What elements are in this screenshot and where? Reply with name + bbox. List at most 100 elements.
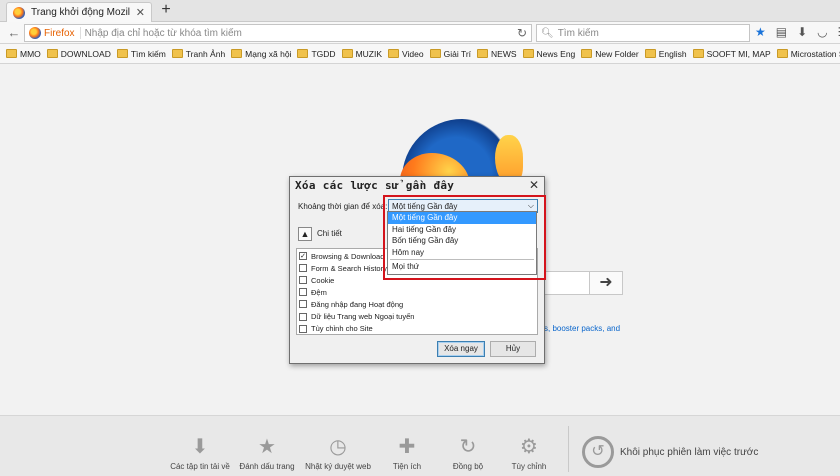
checkbox[interactable]: [299, 288, 307, 297]
folder-icon: [429, 49, 441, 58]
dropdown-separator: [390, 259, 534, 261]
history-item-row[interactable]: Cookie: [299, 274, 537, 286]
dropdown-option[interactable]: Mọi thứ: [388, 261, 536, 273]
bookmark-label: Mạng xã hội: [245, 48, 292, 59]
history-item-row[interactable]: Tùy chỉnh cho Site: [299, 323, 537, 334]
checkbox[interactable]: [299, 276, 307, 285]
bookmark-label: MMO: [20, 48, 41, 59]
tab-active[interactable]: Trang khởi động Mozilla Fire... ✕: [6, 2, 152, 22]
pocket-icon[interactable]: ◡: [817, 25, 827, 39]
launcher-label: Các tập tin tải về: [170, 462, 230, 471]
folder-icon: [644, 49, 656, 58]
search-icon: 🔍︎: [541, 27, 554, 39]
history-item-row[interactable]: Dữ liệu Trang web Ngoại tuyến: [299, 310, 537, 322]
launcher-label: Tùy chỉnh: [511, 462, 547, 471]
launcher-item[interactable]: ⚙ Tùy chỉnh: [494, 434, 564, 471]
launcher-bar: ↺ Khôi phục phiên làm việc trước ⬇ Các tậ…: [0, 415, 840, 476]
download-icon[interactable]: ⬇: [797, 25, 807, 39]
bookmark-folder[interactable]: Video: [385, 49, 427, 59]
addon-puzzle-icon: ✚: [398, 436, 416, 458]
close-icon[interactable]: ✕: [136, 6, 145, 19]
download-icon: ⬇: [191, 436, 209, 458]
bookmark-label: News Eng: [536, 48, 576, 59]
clear-now-button[interactable]: Xóa ngay: [437, 341, 485, 357]
bookmark-label: NEWS: [491, 48, 517, 59]
bookmark-folder[interactable]: TGDD: [294, 49, 338, 59]
bookmark-folder[interactable]: MMO: [3, 49, 44, 59]
dropdown-option[interactable]: Hai tiếng Gần đây: [388, 224, 536, 236]
restore-session-button[interactable]: ↺ Khôi phục phiên làm việc trước: [582, 436, 758, 468]
bookmark-folder[interactable]: Giải Trí: [427, 49, 474, 59]
history-item-label: Tùy chỉnh cho Site: [311, 324, 373, 334]
dropdown-option[interactable]: Một tiếng Gần đây: [388, 212, 536, 224]
dropdown-option[interactable]: Bốn tiếng Gần đây: [388, 235, 536, 247]
firefox-icon: [13, 6, 25, 19]
folder-icon: [46, 49, 58, 58]
launcher-label: Nhật ký duyệt web: [305, 462, 371, 471]
sync-icon: ↻: [459, 436, 477, 458]
bookmark-star-icon: ★: [258, 436, 276, 458]
page-search-input[interactable]: [544, 271, 590, 295]
search-go-button[interactable]: ➜: [589, 271, 623, 295]
bookmark-folder[interactable]: News Eng: [520, 49, 579, 59]
details-toggle-button[interactable]: ▲: [298, 227, 312, 241]
checkbox[interactable]: [299, 324, 307, 333]
launcher-item[interactable]: ★ Đánh dấu trang: [232, 434, 302, 471]
bookmark-label: New Folder: [595, 48, 639, 59]
restore-icon: ↺: [582, 436, 614, 468]
folder-icon: [581, 49, 593, 58]
gear-icon: ⚙: [520, 436, 538, 458]
folder-icon: [522, 49, 534, 58]
dropdown-option[interactable]: Hôm nay: [388, 247, 536, 259]
cancel-button[interactable]: Hủy: [490, 341, 536, 357]
launcher-label: Tiện ích: [392, 462, 422, 471]
history-item-row[interactable]: Đăng nhập đang Hoạt động: [299, 298, 537, 310]
history-item-row[interactable]: Đệm: [299, 286, 537, 298]
search-bar[interactable]: 🔍︎ Tìm kiếm: [536, 24, 750, 42]
bookmark-folder[interactable]: Tranh Ảnh: [169, 49, 228, 59]
reading-list-icon[interactable]: ▤: [776, 25, 787, 39]
checkbox[interactable]: ✓: [299, 252, 307, 261]
identity-label[interactable]: Firefox: [29, 27, 81, 39]
launcher-item[interactable]: ↻ Đồng bộ: [433, 434, 503, 471]
bookmark-label: SOOFT MI, MAP: [706, 48, 771, 59]
bookmark-folder[interactable]: NEWS: [474, 49, 520, 59]
bookmark-label: MUZIK: [355, 48, 383, 59]
bookmark-label: Tìm kiếm: [130, 48, 166, 59]
bookmark-folder[interactable]: SOOFT MI, MAP: [690, 49, 774, 59]
new-tab-button[interactable]: +: [156, 1, 176, 19]
url-bar[interactable]: Firefox Nhập địa chỉ hoặc từ khóa tìm ki…: [24, 24, 532, 42]
bookmark-star-icon[interactable]: ★: [755, 25, 766, 39]
details-label[interactable]: Chi tiết: [317, 229, 342, 238]
history-item-label: Đăng nhập đang Hoạt động: [311, 299, 404, 309]
page-link[interactable]: s, booster packs, and: [544, 324, 620, 333]
checkbox[interactable]: [299, 264, 307, 273]
launcher-item[interactable]: ◷ Nhật ký duyệt web: [303, 434, 373, 471]
close-icon[interactable]: ✕: [529, 178, 539, 192]
bookmark-label: English: [658, 48, 687, 59]
folder-icon: [776, 49, 788, 58]
bookmark-folder[interactable]: English: [642, 49, 690, 59]
bookmark-folder[interactable]: Microstation SE: [774, 49, 840, 59]
launcher-item[interactable]: ✚ Tiện ích: [372, 434, 442, 471]
bookmark-folder[interactable]: MUZIK: [339, 49, 385, 59]
launcher-item[interactable]: ⬇ Các tập tin tải về: [165, 434, 235, 471]
bookmark-label: TGDD: [311, 48, 336, 59]
bookmark-folder[interactable]: Mạng xã hội: [228, 49, 294, 59]
checkbox[interactable]: [299, 312, 307, 321]
back-arrow-icon[interactable]: ←: [6, 25, 22, 41]
folder-icon: [297, 49, 309, 58]
tab-strip: Trang khởi động Mozilla Fire... ✕ +: [0, 0, 840, 22]
folder-icon: [692, 49, 704, 58]
folder-icon: [6, 49, 17, 58]
clock-icon: ◷: [329, 436, 347, 458]
divider: [568, 426, 569, 472]
folder-icon: [477, 49, 489, 58]
bookmark-folder[interactable]: Tìm kiếm: [114, 49, 169, 59]
checkbox[interactable]: [299, 300, 307, 309]
bookmark-folder[interactable]: New Folder: [578, 49, 641, 59]
reload-icon[interactable]: ↻: [517, 26, 527, 40]
history-item-label: Cookie: [311, 275, 335, 285]
bookmark-folder[interactable]: DOWNLOAD: [44, 49, 114, 59]
bookmark-label: Microstation SE: [790, 48, 840, 59]
